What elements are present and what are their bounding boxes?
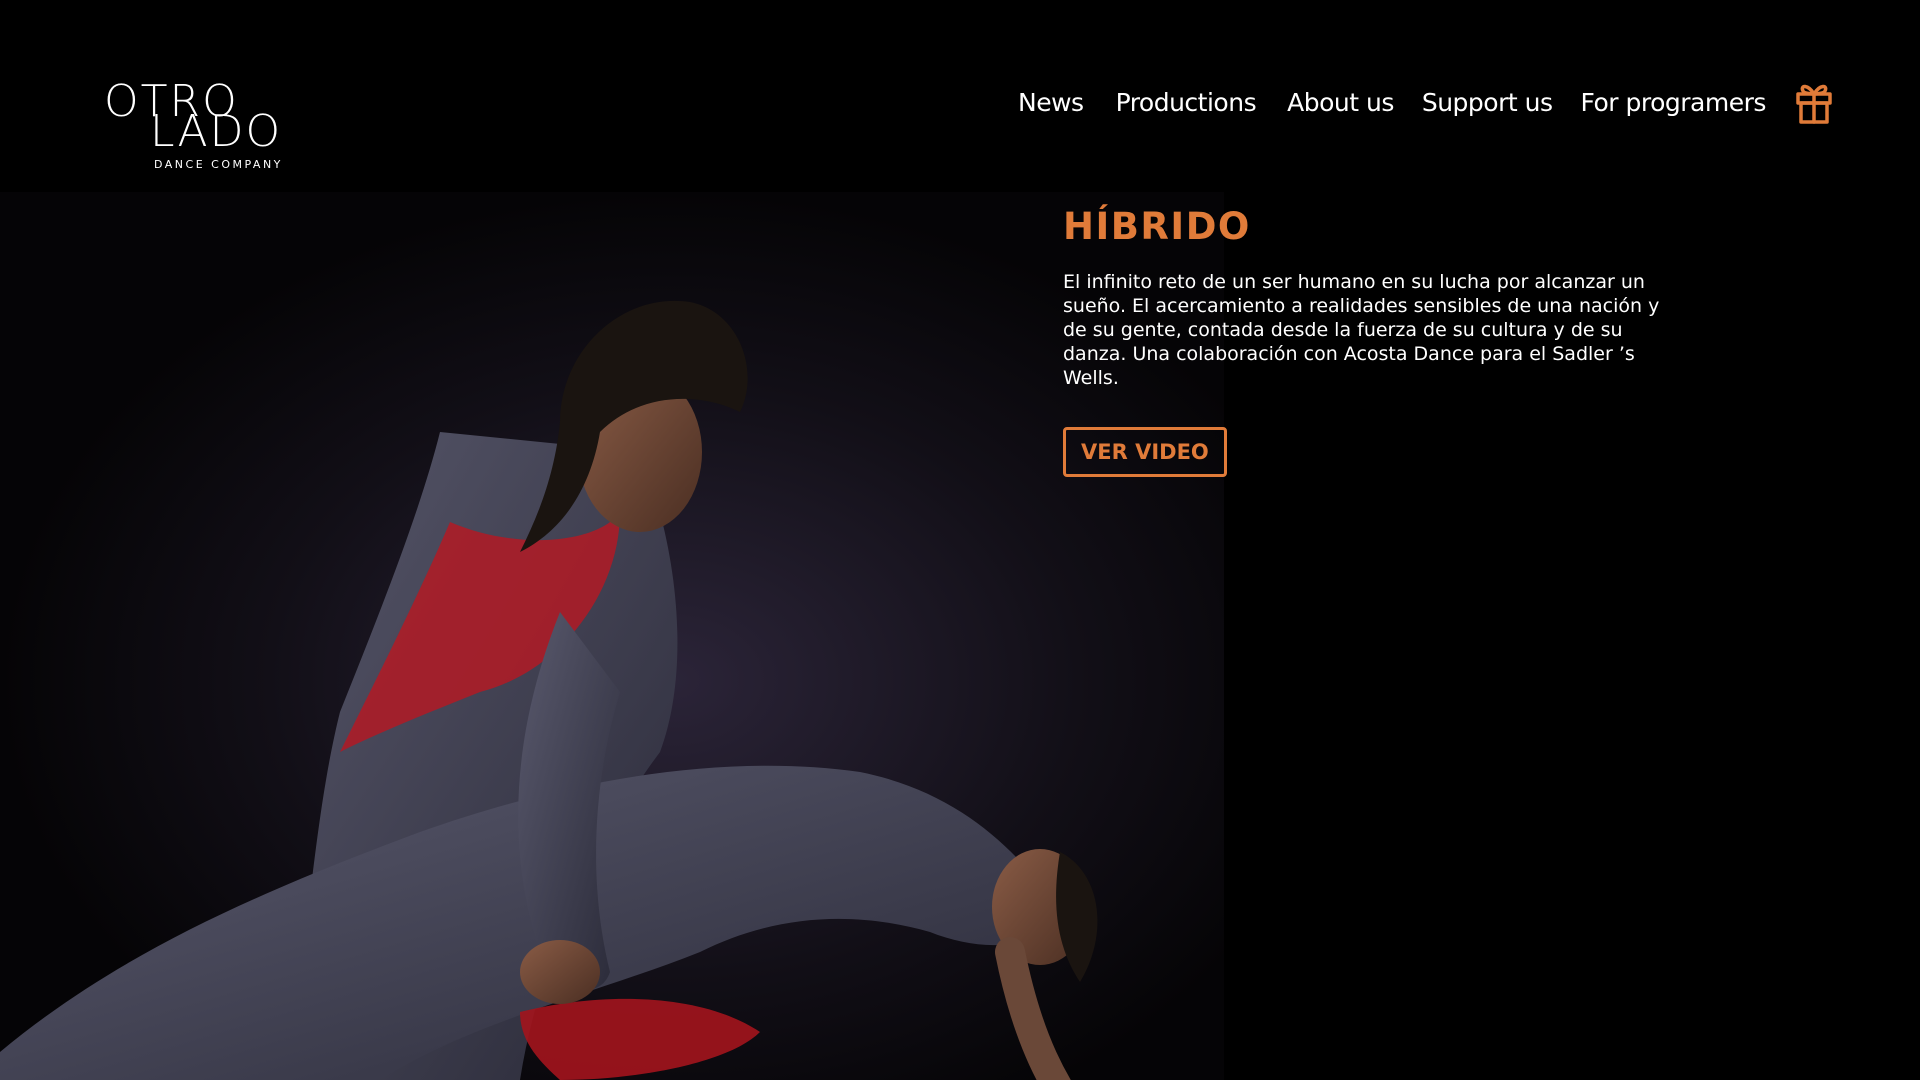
logo-subtitle: DANCE COMPANY <box>154 158 283 171</box>
logo-line-lado: LADO <box>150 106 283 157</box>
dancers-photo <box>0 192 1224 1080</box>
nav-item-for-programers[interactable]: For programers <box>1581 88 1767 117</box>
nav-item-productions[interactable]: Productions <box>1116 88 1257 117</box>
production-info: HÍBRIDO El infinito reto de un ser human… <box>1063 200 1703 477</box>
site-header: OTRO LADO DANCE COMPANY News Productions… <box>0 0 1920 192</box>
production-description: El infinito reto de un ser humano en su … <box>1063 271 1660 389</box>
gift-icon[interactable] <box>1794 79 1834 125</box>
nav-item-news[interactable]: News <box>1018 88 1084 117</box>
logo[interactable]: OTRO LADO DANCE COMPANY <box>104 80 304 172</box>
hero-image <box>0 192 1224 1080</box>
page: OTRO LADO DANCE COMPANY News Productions… <box>0 0 1920 1080</box>
nav-item-support-us[interactable]: Support us <box>1422 88 1553 117</box>
main-nav: News Productions About us Support us For… <box>1018 79 1834 125</box>
nav-item-about-us[interactable]: About us <box>1287 88 1394 117</box>
watch-video-button[interactable]: VER VIDEO <box>1063 427 1227 477</box>
production-title: HÍBRIDO <box>1063 205 1251 248</box>
